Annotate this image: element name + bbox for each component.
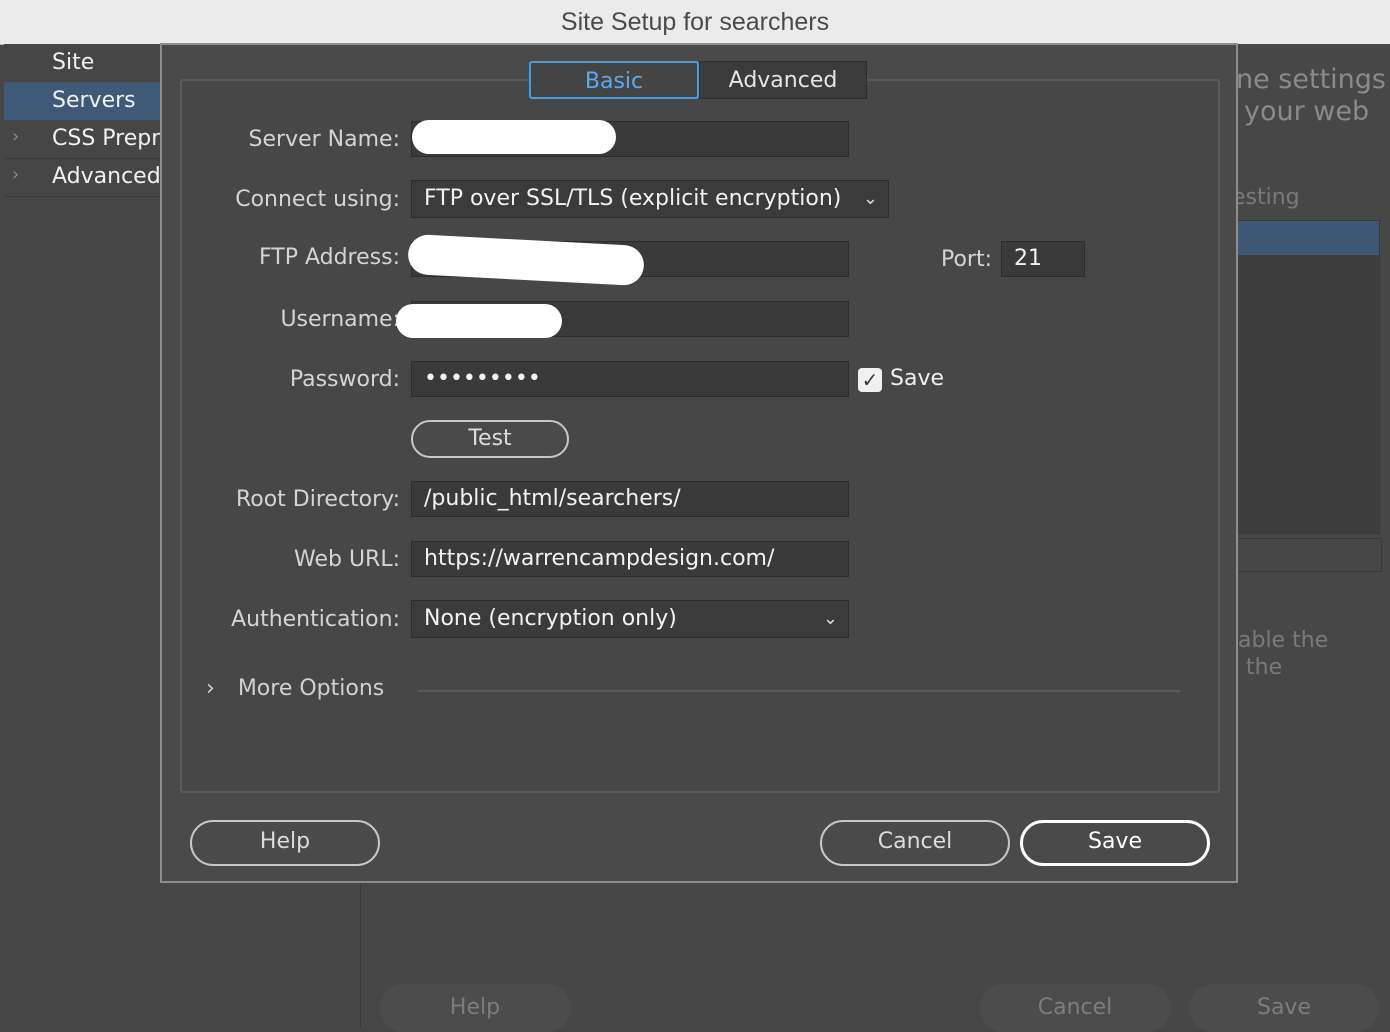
background-server-list-selected-row[interactable]	[1233, 221, 1379, 255]
ftp-address-label: FTP Address:	[259, 245, 400, 270]
window-titlebar: Site Setup for searchers	[0, 0, 1390, 45]
connect-using-label: Connect using:	[235, 187, 400, 212]
save-password-checkbox[interactable]: ✓	[858, 368, 882, 392]
save-password-label[interactable]: Save	[890, 366, 944, 391]
sidebar-item-label: Site	[52, 50, 95, 75]
tab-advanced[interactable]: Advanced	[699, 61, 867, 99]
chevron-right-icon[interactable]: ›	[12, 126, 19, 147]
window-title: Site Setup for searchers	[560, 8, 830, 36]
connect-using-select[interactable]: FTP over SSL/TLS (explicit encryption) ⌄	[411, 180, 889, 218]
background-note-line: able the	[1238, 628, 1329, 653]
save-button[interactable]: Save	[1020, 820, 1210, 866]
username-label: Username:	[280, 307, 400, 332]
port-field[interactable]: 21	[1001, 241, 1085, 277]
sidebar-item-label: Advanced	[52, 164, 161, 189]
background-note-line: the	[1246, 655, 1283, 680]
root-directory-label: Root Directory:	[235, 487, 400, 512]
port-label: Port:	[940, 247, 992, 272]
redaction-scribble	[396, 304, 562, 338]
background-description-line: your web	[1244, 96, 1370, 127]
more-options-label: More Options	[237, 676, 385, 701]
authentication-select[interactable]: None (encryption only) ⌄	[411, 600, 849, 638]
background-tab-testing[interactable]: esting	[1232, 185, 1300, 210]
background-help-button[interactable]: Help	[380, 984, 570, 1032]
server-name-label: Server Name:	[248, 127, 400, 152]
web-url-field[interactable]: https://warrencampdesign.com/	[411, 541, 849, 577]
password-label: Password:	[289, 367, 400, 392]
web-url-label: Web URL:	[293, 547, 400, 572]
password-field[interactable]: •••••••••	[411, 361, 849, 397]
background-server-list[interactable]	[1232, 220, 1380, 534]
dialog-tabs: Basic Advanced	[529, 61, 867, 101]
sidebar-item-label: Servers	[52, 88, 136, 113]
chevron-right-icon: ›	[206, 676, 215, 701]
background-list-toolbar	[1232, 538, 1382, 572]
root-directory-field[interactable]: /public_html/searchers/	[411, 481, 849, 517]
more-options-toggle[interactable]: › More Options	[206, 676, 384, 701]
cancel-button[interactable]: Cancel	[820, 820, 1010, 866]
authentication-label: Authentication:	[231, 607, 400, 632]
redaction-scribble	[412, 120, 616, 154]
checkmark-icon: ✓	[861, 368, 879, 392]
authentication-value: None (encryption only)	[424, 606, 677, 631]
chevron-right-icon[interactable]: ›	[12, 164, 19, 185]
background-description-line: ne settings	[1236, 64, 1386, 95]
test-button[interactable]: Test	[411, 420, 569, 458]
background-cancel-button[interactable]: Cancel	[980, 984, 1170, 1032]
more-options-divider	[418, 690, 1180, 692]
tab-basic[interactable]: Basic	[529, 61, 699, 99]
chevron-down-icon: ⌄	[822, 608, 838, 629]
connect-using-value: FTP over SSL/TLS (explicit encryption)	[424, 186, 842, 211]
help-button[interactable]: Help	[190, 820, 380, 866]
background-save-button[interactable]: Save	[1190, 984, 1378, 1032]
chevron-down-icon: ⌄	[862, 188, 878, 209]
